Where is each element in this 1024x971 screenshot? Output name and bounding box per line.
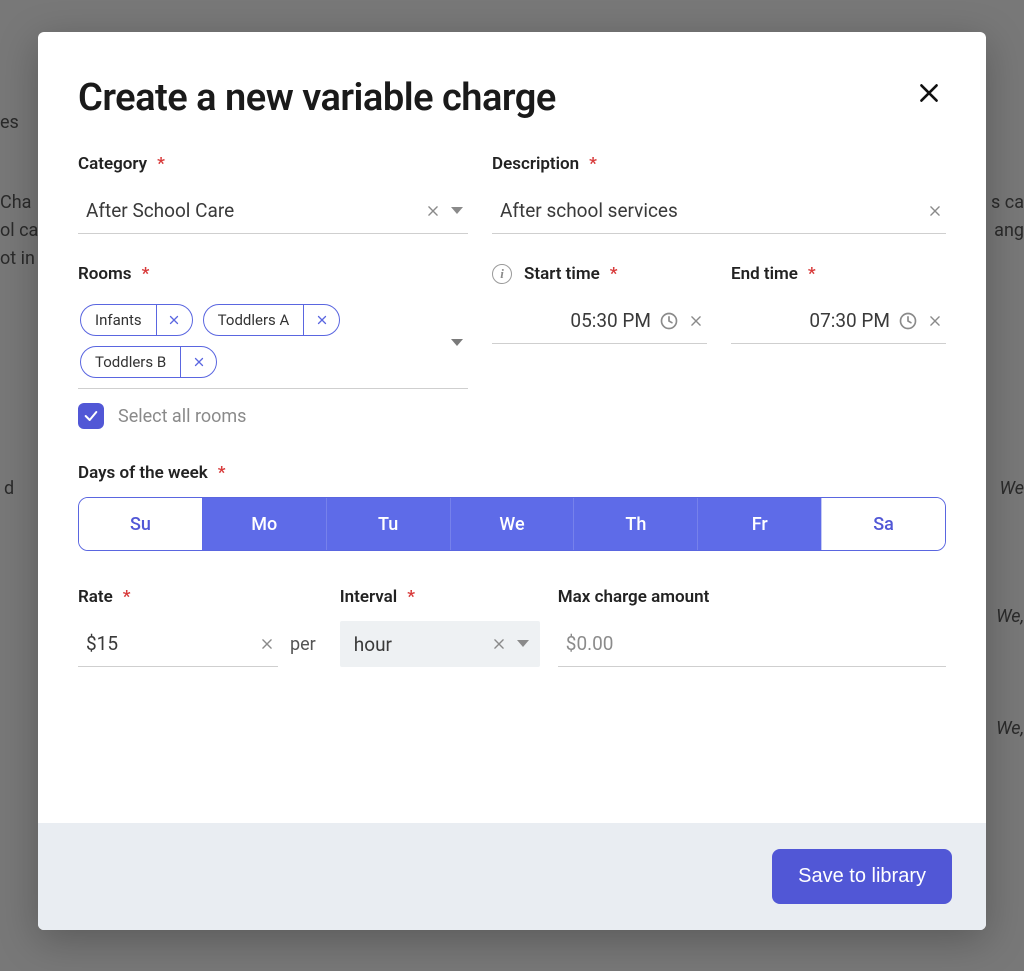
day-toggle-th[interactable]: Th xyxy=(573,498,697,550)
close-icon xyxy=(426,204,440,218)
interval-select[interactable]: hour xyxy=(340,621,540,667)
description-value: After school services xyxy=(492,199,928,222)
room-chip: Toddlers B xyxy=(80,346,217,378)
per-label: per xyxy=(290,634,316,667)
save-to-library-button[interactable]: Save to library xyxy=(772,849,952,904)
clear-interval-button[interactable] xyxy=(492,637,506,651)
end-time-picker-button[interactable] xyxy=(898,311,918,331)
description-input[interactable]: After school services xyxy=(492,188,946,234)
rooms-label: Rooms* xyxy=(78,264,468,284)
room-chip-label: Toddlers A xyxy=(204,305,304,335)
select-all-rooms-checkbox[interactable] xyxy=(78,403,104,429)
day-toggle-fr[interactable]: Fr xyxy=(697,498,821,550)
caret-down-icon xyxy=(450,206,464,216)
modal-footer: Save to library xyxy=(38,823,986,930)
end-time-value: 07:30 PM xyxy=(731,309,898,332)
room-chip: Toddlers A xyxy=(203,304,341,336)
max-charge-input[interactable]: $0.00 xyxy=(558,621,946,667)
days-of-week-selector: Su Mo Tu We Th Fr Sa xyxy=(78,497,946,551)
end-time-label: End time* xyxy=(731,264,946,284)
clear-category-button[interactable] xyxy=(426,204,440,218)
start-time-label: i Start time* xyxy=(492,264,707,284)
remove-room-button[interactable] xyxy=(156,305,192,335)
caret-down-icon xyxy=(450,338,464,348)
days-label: Days of the week* xyxy=(78,463,946,483)
day-toggle-su[interactable]: Su xyxy=(79,498,202,550)
room-chip: Infants xyxy=(80,304,193,336)
interval-value: hour xyxy=(354,633,482,656)
rooms-chips: Infants Toddlers A Toddler xyxy=(80,304,440,378)
start-time-picker-button[interactable] xyxy=(659,311,679,331)
interval-label: Interval* xyxy=(340,587,540,607)
start-time-input[interactable]: 05:30 PM xyxy=(492,298,707,344)
category-dropdown-toggle[interactable] xyxy=(450,206,464,216)
category-label: Category* xyxy=(78,154,468,174)
modal-title: Create a new variable charge xyxy=(78,76,556,120)
rooms-dropdown-toggle[interactable] xyxy=(450,338,464,348)
bg-text: We, xyxy=(996,718,1024,739)
close-icon xyxy=(928,314,942,328)
close-icon xyxy=(316,314,328,326)
clear-start-time-button[interactable] xyxy=(689,314,703,328)
bg-text: d xyxy=(4,478,14,499)
bg-text: We xyxy=(1000,478,1024,499)
close-button[interactable] xyxy=(912,76,946,110)
clock-icon xyxy=(898,311,918,331)
create-variable-charge-modal: Create a new variable charge Category* A… xyxy=(38,32,986,930)
clear-description-button[interactable] xyxy=(928,204,942,218)
start-time-value: 05:30 PM xyxy=(492,309,659,332)
bg-text: ang xyxy=(994,220,1024,241)
day-toggle-sa[interactable]: Sa xyxy=(821,498,945,550)
bg-text: ot in xyxy=(0,248,35,269)
clock-icon xyxy=(659,311,679,331)
day-toggle-tu[interactable]: Tu xyxy=(326,498,450,550)
day-toggle-mo[interactable]: Mo xyxy=(202,498,326,550)
close-icon xyxy=(168,314,180,326)
room-chip-label: Infants xyxy=(81,305,156,335)
category-select[interactable]: After School Care xyxy=(78,188,468,234)
close-icon xyxy=(260,637,274,651)
room-chip-label: Toddlers B xyxy=(81,347,180,377)
max-charge-label: Max charge amount xyxy=(558,587,946,607)
bg-text: es xyxy=(0,112,19,133)
select-all-rooms-label: Select all rooms xyxy=(118,406,246,427)
category-value: After School Care xyxy=(78,199,426,222)
close-icon xyxy=(492,637,506,651)
clear-rate-button[interactable] xyxy=(260,637,274,651)
bg-text: ol ca xyxy=(0,220,38,241)
check-icon xyxy=(83,408,99,424)
bg-text: Cha xyxy=(0,192,31,213)
remove-room-button[interactable] xyxy=(180,347,216,377)
clear-end-time-button[interactable] xyxy=(928,314,942,328)
max-charge-placeholder: $0.00 xyxy=(558,632,946,655)
description-label: Description* xyxy=(492,154,946,174)
rate-label: Rate* xyxy=(78,587,278,607)
rate-input[interactable]: $15 xyxy=(78,621,278,667)
close-icon xyxy=(916,80,942,106)
interval-dropdown-toggle[interactable] xyxy=(516,639,530,649)
close-icon xyxy=(193,356,205,368)
end-time-input[interactable]: 07:30 PM xyxy=(731,298,946,344)
info-icon[interactable]: i xyxy=(492,264,512,284)
close-icon xyxy=(928,204,942,218)
day-toggle-we[interactable]: We xyxy=(450,498,574,550)
bg-text: We, xyxy=(996,606,1024,627)
rate-value: $15 xyxy=(78,632,260,655)
caret-down-icon xyxy=(516,639,530,649)
close-icon xyxy=(689,314,703,328)
bg-text: s ca xyxy=(991,192,1024,213)
remove-room-button[interactable] xyxy=(303,305,339,335)
rooms-multiselect[interactable]: Infants Toddlers A Toddler xyxy=(78,298,468,389)
